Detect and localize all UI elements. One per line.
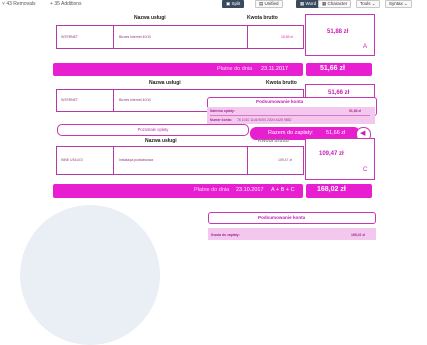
bottom-summary-header: Podsumowanie konta	[208, 212, 376, 224]
band1-label: Płatne do dnia	[217, 66, 253, 72]
decorative-circle	[20, 205, 160, 345]
band2-formula: A + B + C	[271, 187, 295, 193]
other-table-divider	[247, 147, 248, 174]
top-row-service: Biznes Internet 40/10	[119, 35, 152, 39]
top-row-code: INTERNET	[61, 35, 78, 39]
tools-dropdown[interactable]: Tools ⌄	[356, 0, 380, 8]
other-col-gross: Kwota brutto	[258, 138, 289, 144]
top-table-divider	[247, 26, 248, 48]
additions-count: + 35 Additions	[50, 1, 82, 7]
mid-box-amount: 51,66 zł	[328, 90, 350, 96]
other-table-divider	[113, 147, 114, 174]
band2-date: 23.10.2017	[236, 187, 264, 193]
top-row-amount: 18,89 zł	[281, 35, 293, 39]
word-diff-button[interactable]: ▦ Word	[296, 0, 321, 8]
bottom-summary-body: Kwota do zapłaty: 168,02 zł	[208, 228, 376, 240]
mid-col-service: Nazwa usługi	[149, 80, 181, 86]
summary-total-value: 51,66 zł	[326, 130, 346, 136]
other-box-amount: 109,47 zł	[319, 151, 344, 157]
summary-due-label: Należna opłaty:	[210, 109, 235, 113]
summary-total-label: Razem do zapłaty:	[268, 130, 314, 136]
bottom-due-value: 168,02 zł	[351, 233, 365, 237]
other-row-service: Instalacja podstawowa	[119, 158, 154, 162]
summary-due-value: 51,66 zł	[349, 109, 362, 113]
syntax-label: Syntax	[389, 1, 403, 6]
band2-amount-box: 168,02 zł	[306, 184, 372, 198]
other-row-amount: 109,47 zł	[278, 158, 292, 162]
top-col-service: Nazwa usługi	[134, 15, 166, 21]
band1-amount-box: 51,66 zł	[306, 63, 372, 76]
other-fees-pill-label: Pozostałe opłaty	[137, 127, 169, 132]
arrow-left-icon: ◀	[360, 130, 366, 137]
top-amount-box: 51,88 zł A	[305, 14, 375, 56]
split-label: Split	[231, 1, 241, 6]
removals-label: 43 Removals	[6, 1, 36, 7]
removals-count: ˅ 43 Removals	[2, 1, 36, 7]
band1-amount: 51,66 zł	[320, 65, 345, 72]
other-table: INNE USŁUGI Instalacja podstawowa 109,47…	[56, 146, 304, 175]
top-table-divider	[113, 26, 114, 48]
additions-label: 35 Additions	[54, 1, 82, 7]
diff-toolbar: ˅ 43 Removals + 35 Additions ▣ Split ▤ U…	[0, 0, 427, 8]
mid-row-service: Biznes Internet 40/10	[119, 98, 152, 102]
bottom-due-label: Kwota do zapłaty:	[211, 233, 240, 237]
tools-label: Tools	[360, 1, 371, 6]
other-box-letter: C	[363, 167, 368, 173]
syntax-dropdown[interactable]: Syntax ⌄	[385, 0, 412, 8]
summary-divider	[210, 115, 370, 116]
character-diff-button[interactable]: ▦ Character	[318, 0, 352, 8]
other-row-code: INNE USŁUGI	[61, 158, 83, 162]
unified-view-button[interactable]: ▤ Unified	[255, 0, 283, 8]
top-box-letter: A	[363, 44, 368, 50]
top-col-gross: Kwota brutto	[247, 15, 278, 21]
split-view-button[interactable]: ▣ Split	[222, 0, 245, 8]
summary-popup-title: Podsumowanie konta	[256, 99, 304, 104]
due-band-1: Płatne do dnia 23.11.2017	[53, 63, 303, 76]
word-label: Word	[305, 1, 317, 6]
other-col-service: Nazwa usługi	[145, 138, 177, 144]
summary-account-label: Numer konta:	[210, 118, 232, 122]
due-band-2: Płatne do dnia 23.10.2017 A + B + C	[53, 184, 303, 198]
summary-account-value: 76 1010 1146 9000 2300 4425 9852	[237, 118, 292, 122]
other-fees-pill: Pozostałe opłaty	[57, 124, 249, 136]
band1-date: 23.11.2017	[261, 66, 289, 72]
band2-label: Płatne do dnia	[194, 187, 230, 193]
top-box-amount: 51,88 zł	[327, 29, 349, 35]
unified-label: Unified	[264, 1, 279, 6]
mid-col-gross: Kwota brutto	[266, 80, 297, 86]
band2-amount: 168,02 zł	[317, 186, 346, 193]
other-amount-box: 109,47 zł C	[305, 138, 375, 180]
mid-table-divider	[113, 90, 114, 111]
mid-row-code: INTERNET	[61, 98, 78, 102]
top-table: INTERNET Biznes Internet 40/10 18,89 zł	[56, 25, 304, 49]
character-label: Character	[327, 1, 348, 6]
summary-popup-body: Należna opłaty: 51,66 zł Numer konta: 76…	[207, 107, 375, 124]
bottom-summary-title: Podsumowanie konta	[258, 215, 306, 220]
